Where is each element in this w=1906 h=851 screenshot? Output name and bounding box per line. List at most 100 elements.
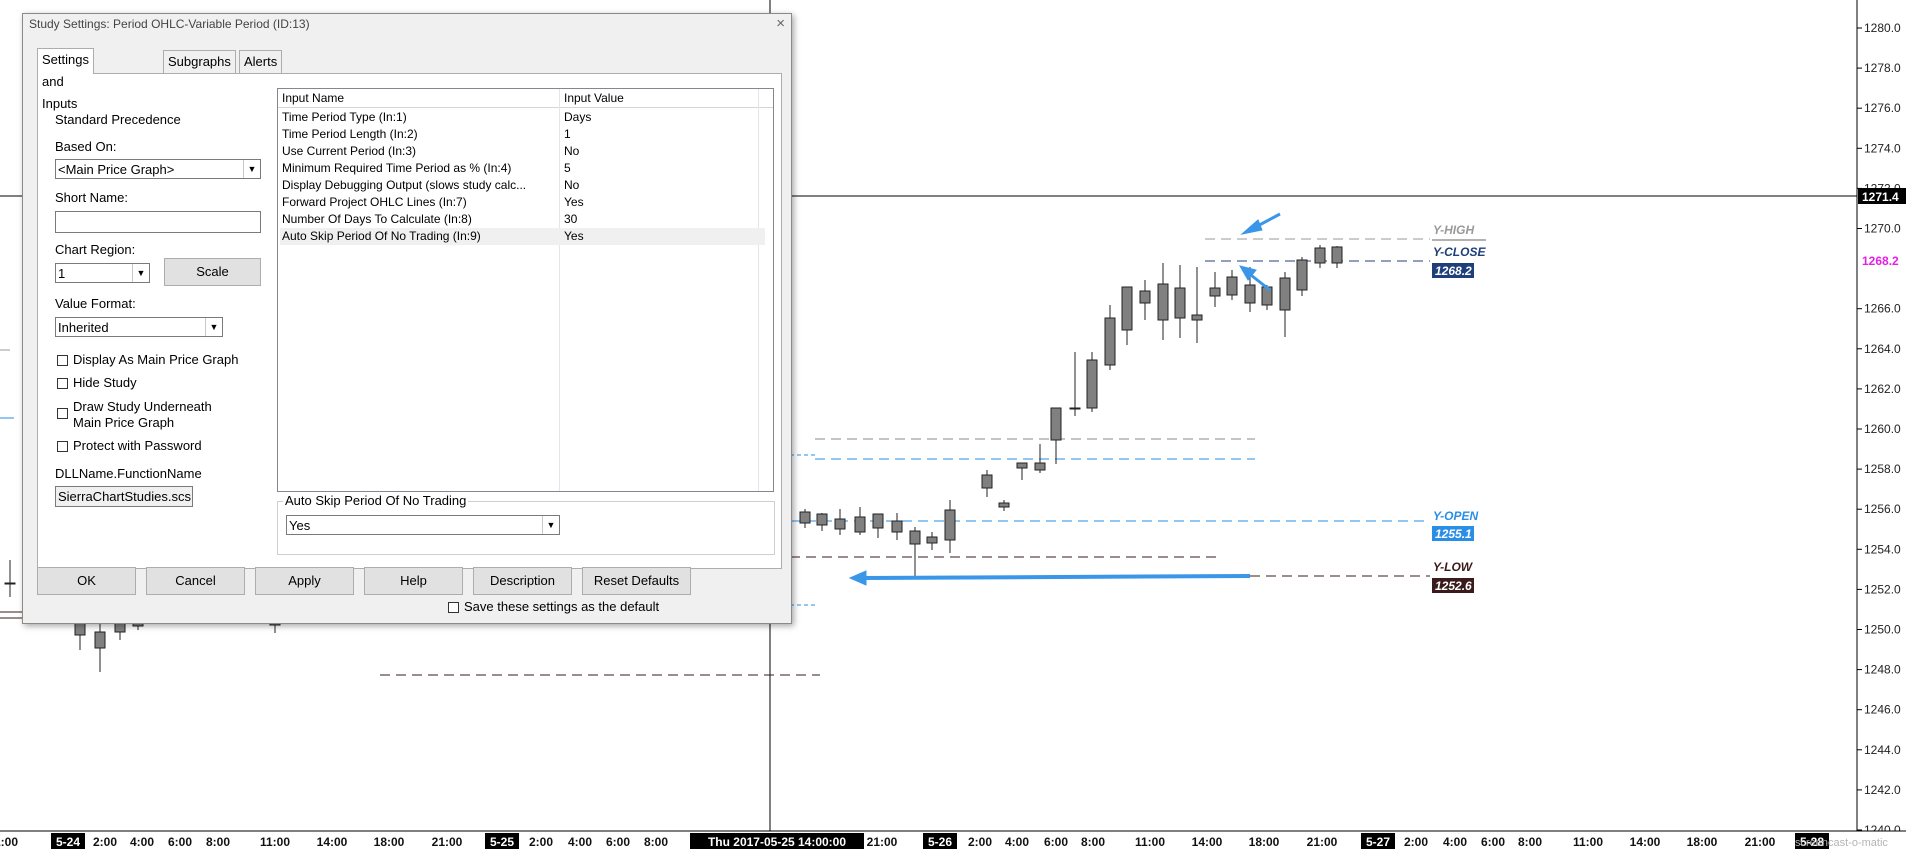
draw-underneath-label-line2: Main Price Graph <box>73 415 175 430</box>
chart-region-label: Chart Region: <box>55 242 136 257</box>
protect-password-label: Protect with Password <box>73 438 202 453</box>
time-label: 5-27 <box>1366 835 1390 849</box>
input-value[interactable]: Yes <box>564 228 584 245</box>
input-name: Minimum Required Time Period as % (In:4) <box>282 161 512 175</box>
input-row[interactable]: Forward Project OHLC Lines (In:7) Yes <box>280 194 765 211</box>
selected-input-select[interactable]: Yes ▼ <box>286 515 560 535</box>
price-label: 1264.0 <box>1864 342 1901 356</box>
scale-button[interactable]: Scale <box>164 258 261 286</box>
tab-subgraphs[interactable]: Subgraphs <box>163 50 236 73</box>
input-row[interactable]: Use Current Period (In:3) No <box>280 143 765 160</box>
chart-region-select[interactable]: 1 ▼ <box>55 263 150 283</box>
price-label: 1278.0 <box>1864 61 1901 75</box>
time-label: 14:00 <box>1630 835 1661 849</box>
level-labels: Y-HIGH Y-CLOSE 1268.2 Y-OPEN 1255.1 Y-LO… <box>1432 223 1486 593</box>
display-as-main-checkbox[interactable] <box>57 355 68 366</box>
tab-alerts[interactable]: Alerts <box>239 50 283 73</box>
price-label: 1250.0 <box>1864 623 1901 637</box>
short-name-input[interactable] <box>55 211 261 233</box>
dll-name-label: DLLName.FunctionName <box>55 466 202 481</box>
time-label: 2:00 <box>1404 835 1428 849</box>
display-as-main-label: Display As Main Price Graph <box>73 352 239 367</box>
based-on-select[interactable]: <Main Price Graph> ▼ <box>55 159 261 179</box>
hide-study-label: Hide Study <box>73 375 137 390</box>
price-label: 1242.0 <box>1864 783 1901 797</box>
selected-input-title: Auto Skip Period Of No Trading <box>283 493 469 508</box>
time-label: 8:00 <box>1081 835 1105 849</box>
cursor-time-label: Thu 2017-05-25 14:00:00 <box>708 835 846 849</box>
input-row[interactable]: Display Debugging Output (slows study ca… <box>280 177 765 194</box>
time-label: 11:00 <box>260 835 290 849</box>
selected-input-value: Yes <box>289 518 311 533</box>
hide-study-checkbox[interactable] <box>57 378 68 389</box>
arrow-y-low-head <box>848 570 867 586</box>
draw-underneath-checkbox[interactable] <box>57 408 68 419</box>
help-button[interactable]: Help <box>364 567 463 595</box>
candle-body <box>998 502 1010 508</box>
arrow-y-high-head <box>1240 219 1263 235</box>
time-label: 5-26 <box>928 835 952 849</box>
input-row[interactable]: Time Period Type (In:1) Days <box>280 109 765 126</box>
dll-name-field[interactable]: SierraChartStudies.scs <box>55 486 193 507</box>
input-value[interactable]: No <box>564 177 579 194</box>
reset-defaults-button[interactable]: Reset Defaults <box>582 567 691 595</box>
input-value[interactable]: Yes <box>564 194 584 211</box>
input-name: Number Of Days To Calculate (In:8) <box>282 212 472 226</box>
inputs-grid[interactable]: Input Name Input Value Time Period Type … <box>277 88 774 492</box>
candle-body <box>1314 247 1326 264</box>
input-row[interactable]: Number Of Days To Calculate (In:8) 30 <box>280 211 765 228</box>
close-icon[interactable]: × <box>776 15 785 32</box>
save-default-checkbox[interactable] <box>448 602 459 613</box>
input-value[interactable]: 30 <box>564 211 577 228</box>
price-label: 1280.0 <box>1864 21 1901 35</box>
tab-settings-and-inputs[interactable]: Settings and Inputs <box>37 48 94 111</box>
value-format-label: Value Format: <box>55 296 136 311</box>
candle-body <box>872 513 884 529</box>
chevron-down-icon[interactable]: ▼ <box>132 264 149 282</box>
input-row[interactable]: Minimum Required Time Period as % (In:4)… <box>280 160 765 177</box>
y-close-label: Y-CLOSE <box>1433 245 1486 259</box>
candle-body <box>1139 290 1151 304</box>
input-value[interactable]: 5 <box>564 160 571 177</box>
input-row[interactable]: Time Period Length (In:2) 1 <box>280 126 765 143</box>
chevron-down-icon[interactable]: ▼ <box>243 160 260 178</box>
input-name-header: Input Name <box>282 91 345 105</box>
candle-body <box>94 631 106 649</box>
price-label: 1266.0 <box>1864 302 1901 316</box>
input-value[interactable]: Days <box>564 109 591 126</box>
chevron-down-icon[interactable]: ▼ <box>542 516 559 534</box>
time-label: 8:00 <box>644 835 668 849</box>
protect-password-checkbox[interactable] <box>57 441 68 452</box>
watermark: screencast-o-matic <box>1795 837 1888 849</box>
candle-body <box>1191 314 1203 321</box>
input-value[interactable]: 1 <box>564 126 571 143</box>
grid-header: Input Name Input Value <box>278 89 773 108</box>
short-name-label: Short Name: <box>55 190 128 205</box>
value-format-select[interactable]: Inherited ▼ <box>55 317 223 337</box>
price-label: 1274.0 <box>1864 141 1901 155</box>
candle-body <box>1279 277 1291 311</box>
candle-body <box>1016 462 1028 469</box>
candle-body <box>909 530 921 545</box>
candle-body <box>1261 286 1273 306</box>
draw-underneath-label: Draw Study Underneath <box>73 399 212 414</box>
time-label: 1:00 <box>0 835 18 849</box>
time-label: 8:00 <box>1518 835 1542 849</box>
time-label: 4:00 <box>1443 835 1467 849</box>
candle-body <box>854 516 866 533</box>
time-label: 14:00 <box>317 835 348 849</box>
input-row-selected[interactable]: Auto Skip Period Of No Trading (In:9) Yes <box>280 228 765 245</box>
candle-body <box>816 513 828 526</box>
chevron-down-icon[interactable]: ▼ <box>205 318 222 336</box>
description-button[interactable]: Description <box>473 567 572 595</box>
input-name: Display Debugging Output (slows study ca… <box>282 178 527 192</box>
candle-body <box>1331 246 1343 264</box>
time-label: 6:00 <box>606 835 630 849</box>
time-label: 2:00 <box>529 835 553 849</box>
cancel-button[interactable]: Cancel <box>146 567 245 595</box>
input-value[interactable]: No <box>564 143 579 160</box>
ok-button[interactable]: OK <box>37 567 136 595</box>
candle-body <box>1244 284 1256 304</box>
time-label: 21:00 <box>1307 835 1338 849</box>
apply-button[interactable]: Apply <box>255 567 354 595</box>
